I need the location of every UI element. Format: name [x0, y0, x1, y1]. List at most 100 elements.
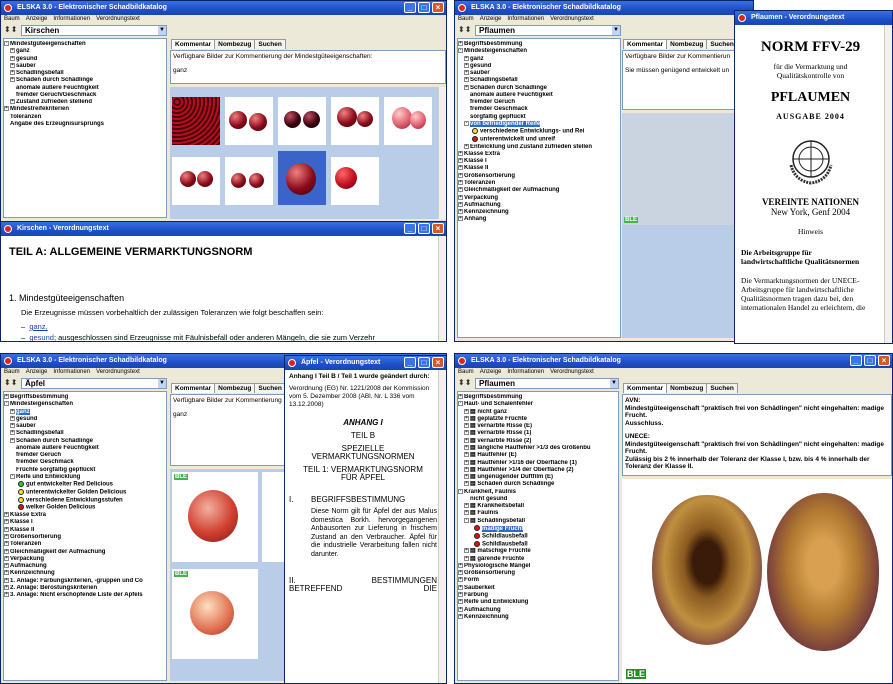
maximize-button[interactable]: □ — [418, 223, 430, 234]
category-tree[interactable]: + Begriffsbestimmung - Mindesteigenschafte… — [457, 38, 621, 338]
menu-informationen[interactable]: Informationen — [53, 369, 90, 375]
sad-red-icon — [474, 532, 480, 539]
nav-arrows-icon[interactable]: ⬍⬍ — [4, 378, 17, 388]
nav-arrows-icon[interactable]: ⬍⬍ — [458, 25, 471, 35]
product-select[interactable]: Kirschen ▼ — [21, 25, 167, 36]
image-gallery[interactable] — [170, 87, 446, 219]
title-bar[interactable]: ELSKA 3.0 - Elektronischer Schadbildkata… — [455, 354, 892, 368]
product-select[interactable]: Pflaumen ▼ — [475, 25, 621, 36]
thumbnail[interactable] — [331, 157, 379, 205]
tab-nombezug[interactable]: Nombezug — [214, 39, 256, 49]
tab-strip: Kommentar Nombezug Suchen — [623, 383, 738, 394]
body-line: internationalen Handel zu erleichtern, d… — [741, 303, 866, 312]
tab-nombezug[interactable]: Nombezug — [666, 39, 708, 49]
thumbnail[interactable]: BLE — [172, 472, 258, 562]
tab-suchen[interactable]: Suchen — [706, 383, 738, 393]
thumbnail[interactable] — [172, 97, 220, 145]
title-bar[interactable]: Äpfel - Verordnungstext _ □ × — [285, 356, 446, 370]
menu-anzeige[interactable]: Anzeige — [26, 16, 48, 22]
close-button[interactable]: × — [432, 357, 444, 368]
tab-kommentar[interactable]: Kommentar — [623, 383, 668, 393]
norm-title: NORM FFV-29 — [760, 39, 861, 55]
ble-logo: BLE — [624, 217, 638, 223]
chevron-down-icon[interactable]: ▼ — [612, 26, 620, 35]
product-select[interactable]: Pflaumen ▼ — [475, 378, 619, 389]
intro-text: Die Erzeugnisse müssen vorbehaltlich der… — [21, 308, 324, 317]
product-select[interactable]: Äpfel ▼ — [21, 378, 167, 389]
menu-baum[interactable]: Baum — [458, 16, 474, 22]
menu-informationen[interactable]: Informationen — [507, 369, 544, 375]
app-icon — [4, 357, 12, 365]
chevron-down-icon[interactable]: ▼ — [158, 379, 166, 388]
tab-kommentar[interactable]: Kommentar — [623, 39, 668, 49]
link-gesund[interactable]: gesund — [29, 333, 54, 341]
title-bar[interactable]: Kirschen - Verordnungstext _ □ × — [1, 222, 446, 236]
image-gallery[interactable]: BLE BLE — [170, 469, 290, 681]
nav-arrows-icon[interactable]: ⬍⬍ — [458, 378, 471, 388]
minimize-button[interactable]: _ — [404, 2, 416, 13]
tab-kommentar[interactable]: Kommentar — [171, 383, 216, 393]
thumbnail[interactable] — [384, 97, 432, 145]
chevron-down-icon[interactable]: ▼ — [610, 379, 618, 388]
app-icon — [4, 225, 12, 233]
menu-verordnungstext[interactable]: Verordnungstext — [550, 369, 594, 375]
title-bar[interactable]: ELSKA 3.0 - Elektronischer Schadbildkata… — [455, 1, 753, 15]
category-tree[interactable]: - Mindestgüteeigenschaften + ganz + gesund … — [3, 38, 167, 218]
selected-node[interactable]: ganz — [16, 408, 30, 415]
menu-baum[interactable]: Baum — [4, 16, 20, 22]
close-button[interactable]: × — [432, 2, 444, 13]
thumbnail[interactable]: BLE — [172, 569, 258, 659]
maximize-button[interactable]: □ — [864, 355, 876, 366]
minimize-button[interactable]: _ — [850, 355, 862, 366]
smiley-yellow-icon — [472, 128, 478, 135]
regulation: Verordnung (EG) Nr. 1221/2008 der Kommis… — [289, 385, 430, 392]
close-button[interactable]: × — [432, 223, 444, 234]
title-bar[interactable]: ELSKA 3.0 - Elektronischer Schadbildkata… — [1, 1, 446, 15]
menu-anzeige[interactable]: Anzeige — [480, 16, 502, 22]
maximize-button[interactable]: □ — [418, 2, 430, 13]
tab-kommentar[interactable]: Kommentar — [171, 39, 216, 49]
doc-scrollbar[interactable] — [884, 25, 892, 343]
menu-anzeige[interactable]: Anzeige — [26, 369, 48, 375]
tab-suchen[interactable]: Suchen — [254, 39, 286, 49]
amendment-note: Anhang I Teil B / Teil 1 wurde geändert … — [289, 373, 430, 380]
nav-arrows-icon[interactable]: ⬍⬍ — [4, 25, 17, 35]
tab-suchen[interactable]: Suchen — [254, 383, 286, 393]
maximize-button[interactable]: □ — [418, 357, 430, 368]
thumbnail[interactable] — [331, 97, 379, 145]
category-tree[interactable]: + Begriffsbestimmung - Haut- und Schalenfe… — [457, 391, 619, 681]
menu-anzeige[interactable]: Anzeige — [480, 369, 502, 375]
chevron-down-icon[interactable]: ▼ — [158, 26, 166, 35]
menu-informationen[interactable]: Informationen — [507, 16, 544, 22]
image-view[interactable]: BLE — [622, 479, 892, 683]
teil1-line: FÜR ÄPFEL — [340, 473, 385, 482]
selected-node[interactable]: von befriedigender Reife — [470, 120, 541, 127]
menu-baum[interactable]: Baum — [458, 369, 474, 375]
tab-nombezug[interactable]: Nombezug — [214, 383, 256, 393]
gallery-scrollbar[interactable] — [438, 87, 446, 219]
link-ganz[interactable]: ganz, — [29, 322, 47, 331]
close-button[interactable]: × — [878, 355, 890, 366]
title-bar[interactable]: Pflaumen - Verordnungstext — [735, 11, 892, 25]
minimize-button[interactable]: _ — [404, 357, 416, 368]
category-tree[interactable]: + Begriffsbestimmung - Mindesteigenschafte… — [3, 391, 167, 681]
thumbnail[interactable] — [278, 97, 326, 145]
wg-line: Die Arbeitsgruppe für — [741, 248, 812, 257]
menu-informationen[interactable]: Informationen — [53, 16, 90, 22]
thumbnail[interactable] — [225, 97, 273, 145]
thumbnail[interactable] — [225, 157, 273, 205]
menu-bar: Baum Anzeige Informationen Verordnungstext — [455, 368, 892, 377]
doc-scrollbar[interactable] — [438, 370, 446, 683]
tab-nombezug[interactable]: Nombezug — [666, 383, 708, 393]
menu-verordnungstext[interactable]: Verordnungstext — [96, 369, 140, 375]
selected-node[interactable]: madige Frucht — [482, 525, 524, 532]
thumbnail[interactable] — [172, 157, 220, 205]
thumbnail[interactable] — [278, 151, 326, 205]
text-scrollbar[interactable] — [438, 236, 446, 341]
menu-verordnungstext[interactable]: Verordnungstext — [550, 16, 594, 22]
menu-baum[interactable]: Baum — [4, 369, 20, 375]
minimize-button[interactable]: _ — [404, 223, 416, 234]
menu-verordnungstext[interactable]: Verordnungstext — [96, 16, 140, 22]
edition: AUSGABE 2004 — [776, 112, 845, 121]
plum-half-right — [767, 493, 879, 651]
